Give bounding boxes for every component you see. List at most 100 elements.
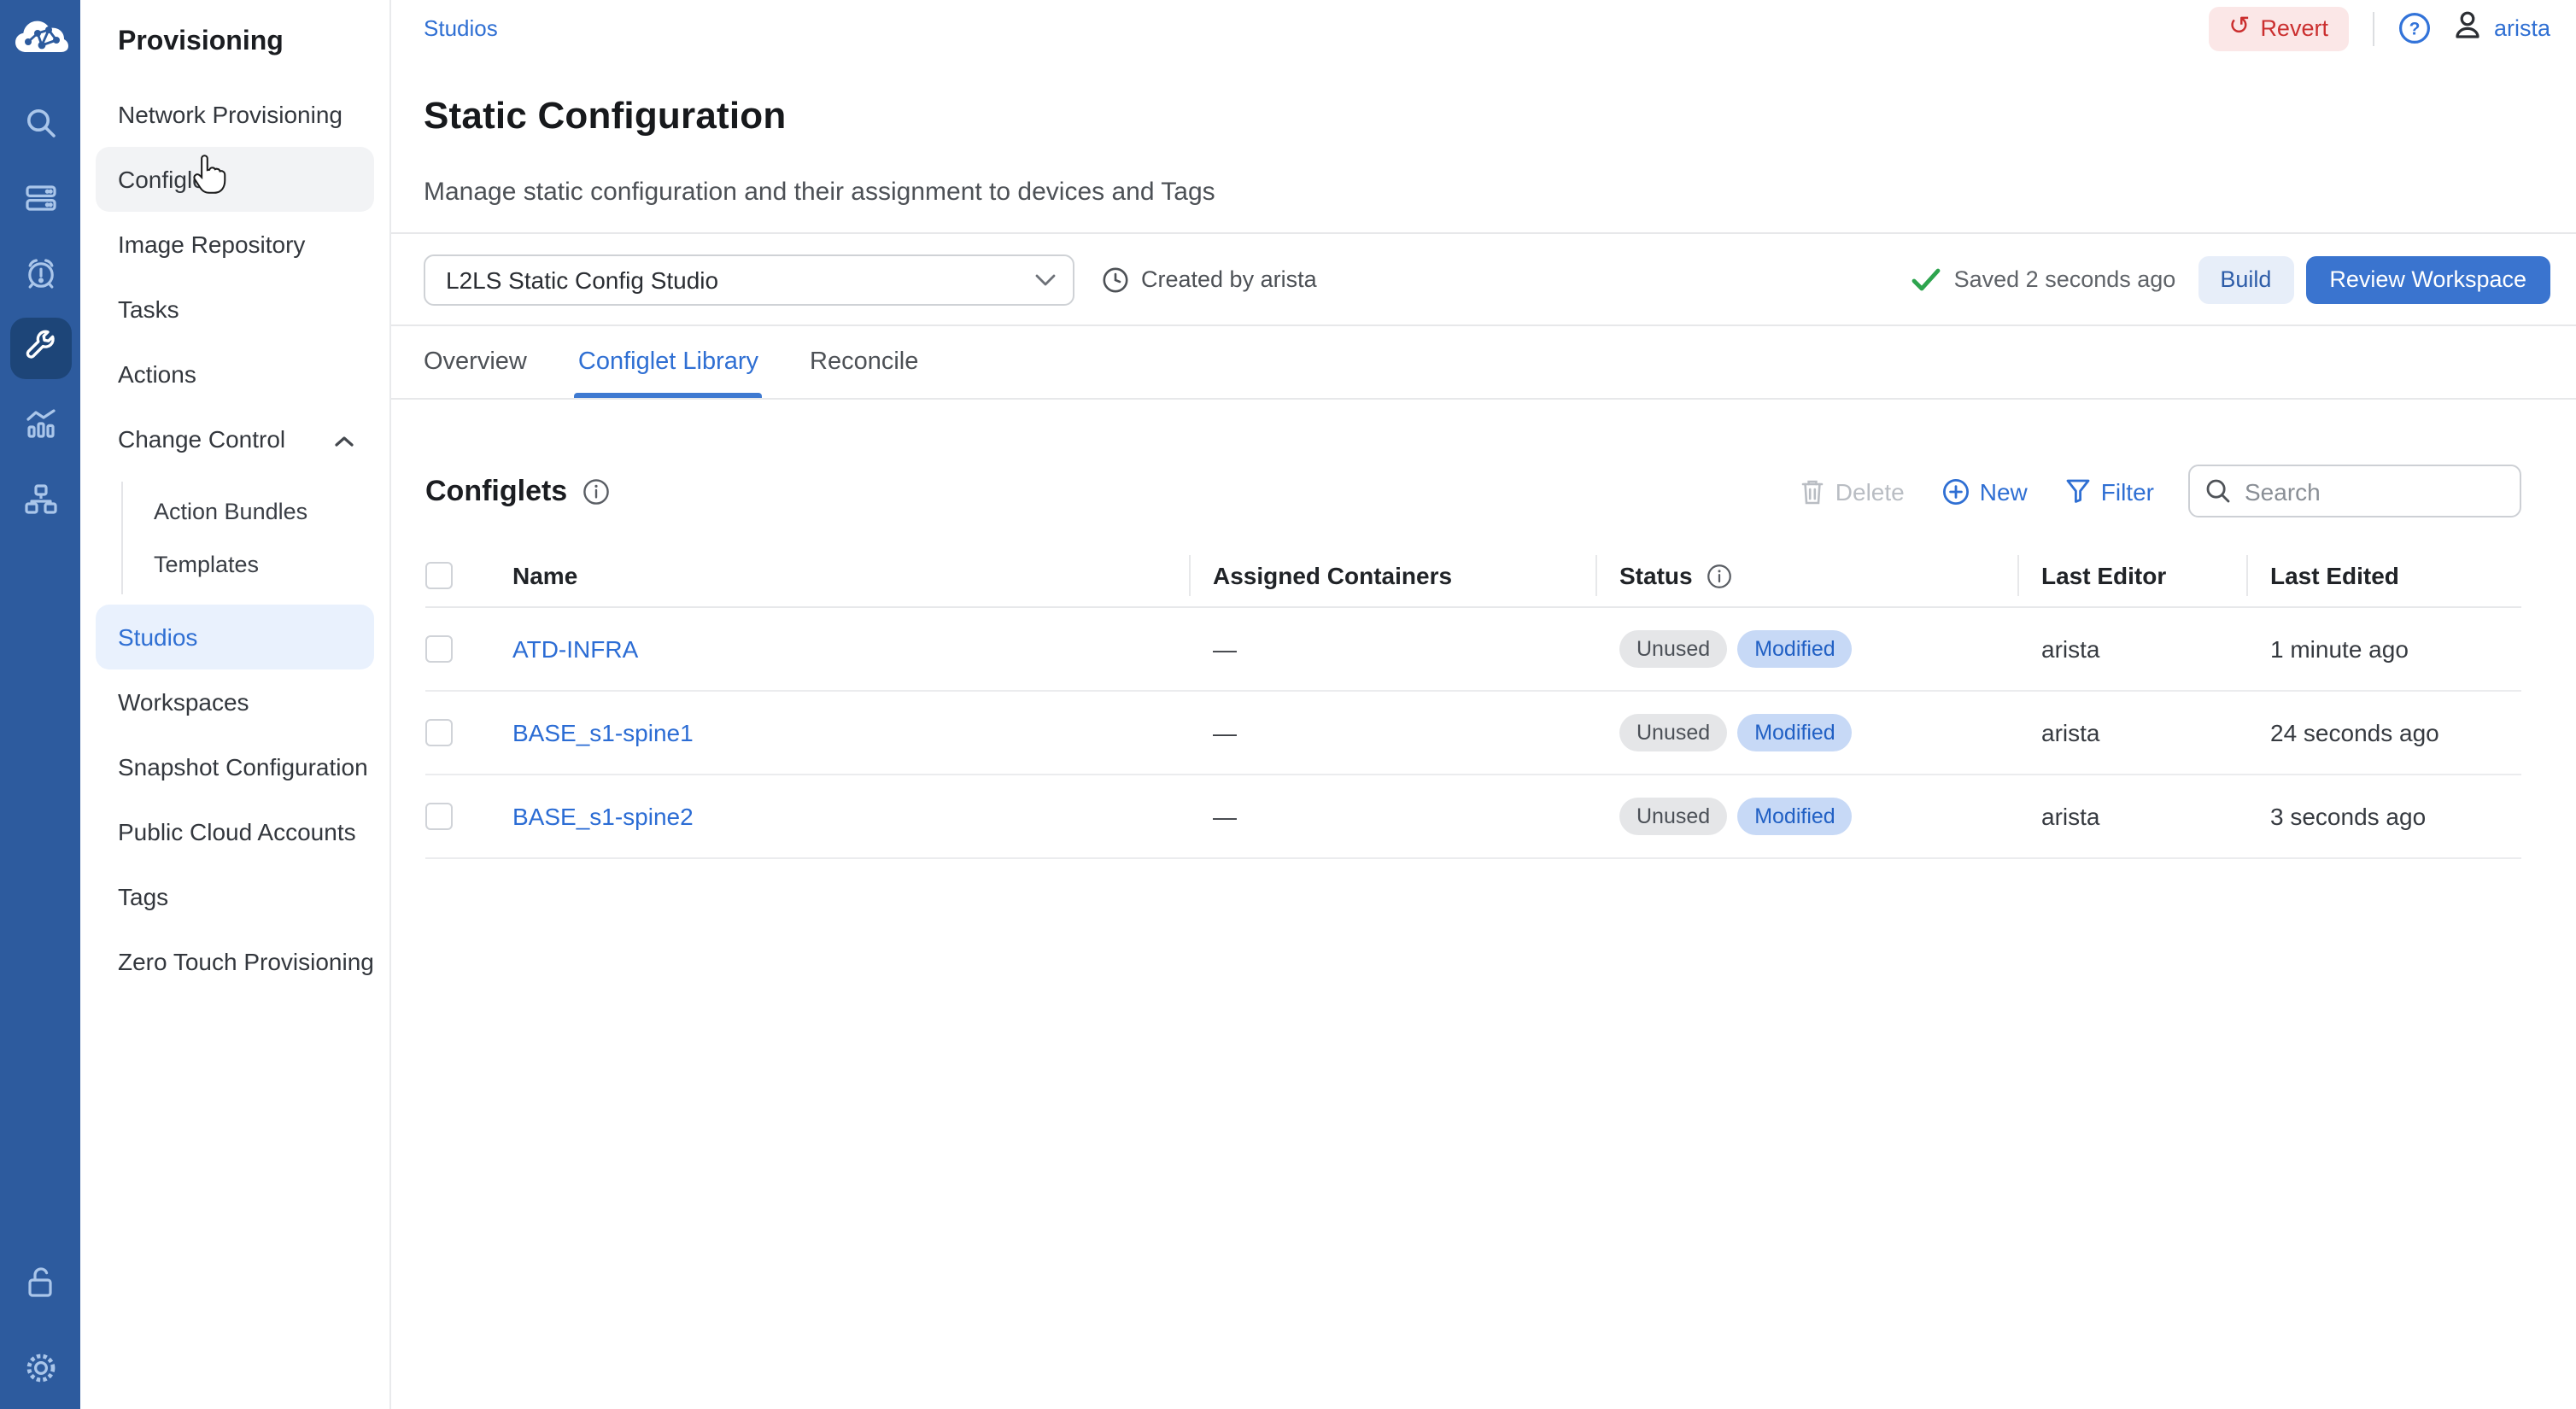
- help-icon[interactable]: ?: [2398, 12, 2431, 44]
- revert-button[interactable]: ↺ Revert: [2208, 6, 2349, 50]
- configlet-link[interactable]: BASE_s1-spine1: [512, 720, 694, 747]
- status-badge-unused: Unused: [1619, 715, 1727, 752]
- col-name: Name: [512, 546, 1213, 607]
- studio-bar: L2LS Static Config Studio Created by ari…: [391, 235, 2576, 325]
- tab-overview[interactable]: Overview: [424, 349, 527, 399]
- table-row: BASE_s1-spine2 — Unused Modified arista …: [425, 776, 2521, 860]
- username[interactable]: arista: [2494, 15, 2550, 41]
- sidebar-item-label: Action Bundles: [154, 499, 307, 524]
- main-content: Studios ↺ Revert ?: [391, 0, 2576, 1409]
- chevron-up-icon: [335, 425, 354, 453]
- configlets-heading: Configlets: [425, 475, 567, 509]
- change-control-subgroup: Action Bundles Templates: [121, 482, 389, 594]
- tab-configlet-library[interactable]: Configlet Library: [578, 349, 758, 399]
- check-icon: [1912, 268, 1941, 292]
- table-header-row: Name Assigned Containers Status Last Edi…: [425, 546, 2521, 609]
- search-box[interactable]: [2188, 465, 2521, 518]
- last-edited-value: 24 seconds ago: [2270, 720, 2439, 747]
- studio-select[interactable]: L2LS Static Config Studio: [424, 254, 1074, 306]
- sidebar-item-label: Image Repository: [118, 231, 374, 258]
- sidebar-item-tags[interactable]: Tags: [96, 864, 374, 929]
- info-icon[interactable]: [583, 478, 610, 506]
- assigned-containers-value: —: [1213, 720, 1237, 747]
- filter-label: Filter: [2101, 478, 2154, 506]
- svg-text:?: ?: [2409, 19, 2421, 38]
- assigned-containers-value: —: [1213, 636, 1237, 664]
- last-edited-value: 3 seconds ago: [2270, 804, 2426, 831]
- search-icon[interactable]: [9, 92, 71, 154]
- studio-select-value: L2LS Static Config Studio: [446, 266, 1035, 294]
- status-badge-unused: Unused: [1619, 631, 1727, 669]
- sidebar-item-action-bundles[interactable]: Action Bundles: [123, 485, 389, 538]
- sidebar-item-templates[interactable]: Templates: [123, 538, 389, 591]
- tab-reconcile[interactable]: Reconcile: [810, 349, 918, 399]
- row-checkbox[interactable]: [425, 720, 453, 747]
- col-last-edited: Last Edited: [2270, 546, 2521, 607]
- sidebar-item-label: Workspaces: [118, 688, 374, 716]
- last-editor-value: arista: [2041, 804, 2099, 831]
- breadcrumb-studios[interactable]: Studios: [424, 15, 498, 41]
- status-badge-modified: Modified: [1737, 715, 1853, 752]
- row-checkbox[interactable]: [425, 636, 453, 664]
- sidebar-item-tasks[interactable]: Tasks: [96, 277, 374, 342]
- sidebar-item-label: Snapshot Configuration: [118, 753, 374, 781]
- delete-label: Delete: [1835, 478, 1905, 506]
- configlet-link[interactable]: BASE_s1-spine2: [512, 804, 694, 831]
- assigned-containers-value: —: [1213, 804, 1237, 831]
- last-editor-value: arista: [2041, 636, 2099, 664]
- filter-button[interactable]: Filter: [2065, 478, 2154, 506]
- new-button[interactable]: New: [1942, 478, 2028, 506]
- sidebar-item-snapshot-configuration[interactable]: Snapshot Configuration: [96, 734, 374, 799]
- page-title: Static Configuration: [391, 81, 2576, 137]
- info-icon[interactable]: [1707, 564, 1732, 589]
- studio-tabs: Overview Configlet Library Reconcile: [391, 327, 2576, 399]
- sidebar-item-configlets[interactable]: Configlets: [96, 147, 374, 212]
- search-icon: [2205, 479, 2231, 505]
- topology-icon[interactable]: [9, 468, 71, 529]
- clock-icon: [1102, 266, 1129, 294]
- chevron-down-icon: [1035, 273, 1056, 287]
- configlets-table: Name Assigned Containers Status Last Edi…: [425, 546, 2521, 860]
- sidebar-item-public-cloud-accounts[interactable]: Public Cloud Accounts: [96, 799, 374, 864]
- created-by: Created by arista: [1102, 266, 1317, 294]
- created-by-text: Created by arista: [1141, 267, 1317, 293]
- devices-icon[interactable]: [9, 167, 71, 229]
- provisioning-wrench-icon[interactable]: [9, 318, 71, 379]
- sidebar-title: Provisioning: [80, 20, 389, 82]
- revert-label: Revert: [2260, 15, 2328, 41]
- save-status: Saved 2 seconds ago: [1912, 267, 2176, 293]
- sidebar-item-actions[interactable]: Actions: [96, 342, 374, 406]
- sidebar-item-label: Change Control: [118, 425, 335, 453]
- delete-button[interactable]: Delete: [1801, 478, 1905, 506]
- row-checkbox[interactable]: [425, 804, 453, 831]
- sidebar-item-studios[interactable]: Studios: [96, 605, 374, 669]
- search-input[interactable]: [2241, 476, 2506, 507]
- configlet-link[interactable]: ATD-INFRA: [512, 636, 638, 664]
- save-status-text: Saved 2 seconds ago: [1954, 267, 2176, 293]
- table-row: BASE_s1-spine1 — Unused Modified arista …: [425, 693, 2521, 776]
- select-all-checkbox[interactable]: [425, 563, 453, 590]
- review-workspace-button[interactable]: Review Workspace: [2305, 256, 2550, 304]
- last-editor-value: arista: [2041, 720, 2099, 747]
- events-icon[interactable]: [9, 243, 71, 304]
- select-all-cell: [425, 546, 512, 607]
- status-badge-modified: Modified: [1737, 631, 1853, 669]
- sidebar-item-zero-touch-provisioning[interactable]: Zero Touch Provisioning: [96, 929, 374, 994]
- icon-rail: [0, 0, 80, 1409]
- sidebar-item-workspaces[interactable]: Workspaces: [96, 669, 374, 734]
- sidebar-item-change-control[interactable]: Change Control: [96, 406, 374, 471]
- user-icon[interactable]: [2451, 8, 2484, 49]
- status-badge-modified: Modified: [1737, 798, 1853, 836]
- sidebar-item-label: Configlets: [118, 166, 374, 193]
- sidebar-item-label: Zero Touch Provisioning: [118, 948, 374, 975]
- col-last-editor: Last Editor: [2041, 546, 2270, 607]
- sidebar-item-network-provisioning[interactable]: Network Provisioning: [96, 82, 374, 147]
- cloudvision-logo[interactable]: [9, 7, 71, 68]
- sidebar-item-image-repository[interactable]: Image Repository: [96, 212, 374, 277]
- dashboards-icon[interactable]: [9, 393, 71, 454]
- build-button[interactable]: Build: [2198, 256, 2293, 304]
- settings-gear-icon[interactable]: [9, 1337, 71, 1399]
- sidebar-item-label: Studios: [118, 623, 374, 651]
- undo-arrow-icon: ↺: [2228, 14, 2250, 39]
- unlock-icon[interactable]: [9, 1252, 71, 1313]
